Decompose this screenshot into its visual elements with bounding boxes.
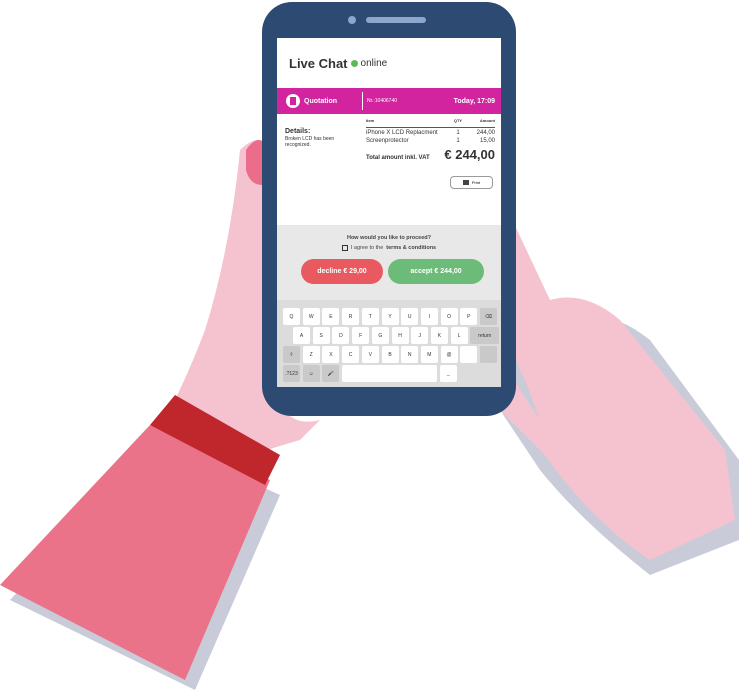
agree-text: I agree to the <box>350 245 384 251</box>
terms-link[interactable]: terms & conditions <box>386 245 436 251</box>
key-X[interactable]: X <box>322 346 340 363</box>
chat-title: Live Chat <box>289 56 348 71</box>
key-⌫[interactable]: ⌫ <box>480 308 497 325</box>
key-K[interactable]: K <box>430 327 448 344</box>
key-C[interactable]: C <box>342 346 360 363</box>
print-button[interactable]: Print <box>450 176 493 189</box>
qty: 1 <box>456 130 460 136</box>
key-F[interactable]: F <box>352 327 370 344</box>
speaker-grille <box>366 17 426 23</box>
amount: 15,00 <box>479 138 495 144</box>
quotation-bar: Quotation Nr.:10406740 Today, 17:09 <box>277 88 501 114</box>
key-D[interactable]: D <box>332 327 350 344</box>
key-Y[interactable]: Y <box>381 308 399 325</box>
key-blank[interactable] <box>342 365 438 382</box>
qty: 1 <box>456 138 460 144</box>
terms-checkbox-row[interactable]: I agree to the terms & conditions <box>277 245 501 251</box>
camera-dot <box>348 16 356 24</box>
header-qty: QTY <box>453 118 463 123</box>
key-E[interactable]: E <box>322 308 340 325</box>
phone: Live Chat online Quotation Nr.:10406740 … <box>262 2 516 416</box>
key-I[interactable]: I <box>420 308 438 325</box>
key-blank[interactable] <box>480 346 497 363</box>
printer-icon <box>462 180 469 185</box>
amount: 244,00 <box>476 130 495 136</box>
key-🎤[interactable]: 🎤 <box>322 365 340 382</box>
online-status-icon <box>350 60 358 67</box>
key-G[interactable]: G <box>371 327 389 344</box>
proceed-question: How would you like to proceed? <box>346 235 432 241</box>
accept-button[interactable]: accept € 244,00 <box>388 259 484 284</box>
key-☺[interactable]: ☺ <box>302 365 320 382</box>
key-H[interactable]: H <box>391 327 409 344</box>
table-row: iPhone X LCD Replacment 1 244,00 <box>366 130 495 136</box>
header-item: Item <box>366 118 375 123</box>
print-label: Print <box>471 180 481 185</box>
item: Screenprotector <box>366 138 409 144</box>
phone-screen: Live Chat online Quotation Nr.:10406740 … <box>277 38 501 387</box>
header-amount: Amount <box>479 118 495 123</box>
decline-button[interactable]: decline € 29,00 <box>301 259 383 284</box>
total-label: Total amount inkl. VAT <box>366 155 430 161</box>
key-.?123[interactable]: .?123 <box>283 365 300 382</box>
key-Q[interactable]: Q <box>283 308 300 325</box>
details: Details: Broken LCD has been recognized. <box>285 128 357 148</box>
key-L[interactable]: L <box>450 327 468 344</box>
key-@[interactable]: @ <box>440 346 458 363</box>
key-A[interactable]: A <box>293 327 310 344</box>
key-O[interactable]: O <box>440 308 458 325</box>
keyboard: Q W E R T Y U I O P ⌫ A S D F G H J K Lreturn ⇧ Z X C V B N M @ .?123… <box>277 300 501 387</box>
key-T[interactable]: T <box>361 308 379 325</box>
total-row: Total amount inkl. VAT € 244,00 <box>366 147 495 162</box>
key-Z[interactable]: Z <box>302 346 320 363</box>
key-return[interactable]: return <box>470 327 500 344</box>
chat-status: online <box>360 58 388 69</box>
divider <box>362 92 363 110</box>
key-M[interactable]: M <box>420 346 438 363</box>
table-row: Screenprotector 1 15,00 <box>366 138 495 144</box>
key-⇧[interactable]: ⇧ <box>283 346 300 363</box>
key-S[interactable]: S <box>312 327 330 344</box>
key-R[interactable]: R <box>342 308 360 325</box>
key-B[interactable]: B <box>381 346 399 363</box>
details-heading: Details: <box>285 128 311 135</box>
key-J[interactable]: J <box>411 327 429 344</box>
quotation-number: Nr.:10406740 <box>367 98 398 104</box>
quotation-table: Item QTY Amount iPhone X LCD Replacment … <box>366 116 495 162</box>
item: iPhone X LCD Replacment <box>366 130 438 136</box>
key-U[interactable]: U <box>401 308 419 325</box>
details-text: Broken LCD has been recognized. <box>285 136 335 148</box>
quotation-label: Quotation <box>304 97 338 105</box>
total-value: € 244,00 <box>444 147 495 162</box>
key-P[interactable]: P <box>460 308 478 325</box>
quotation-date: Today, 17:09 <box>453 97 495 105</box>
key-N[interactable]: N <box>401 346 419 363</box>
key-blank[interactable] <box>460 346 478 363</box>
terms-checkbox[interactable] <box>341 245 348 251</box>
document-icon <box>286 94 300 108</box>
key-_[interactable]: _ <box>439 365 457 382</box>
table-header: Item QTY Amount <box>366 116 495 128</box>
chat-header: Live Chat online <box>289 56 387 71</box>
key-V[interactable]: V <box>361 346 379 363</box>
key-W[interactable]: W <box>302 308 320 325</box>
